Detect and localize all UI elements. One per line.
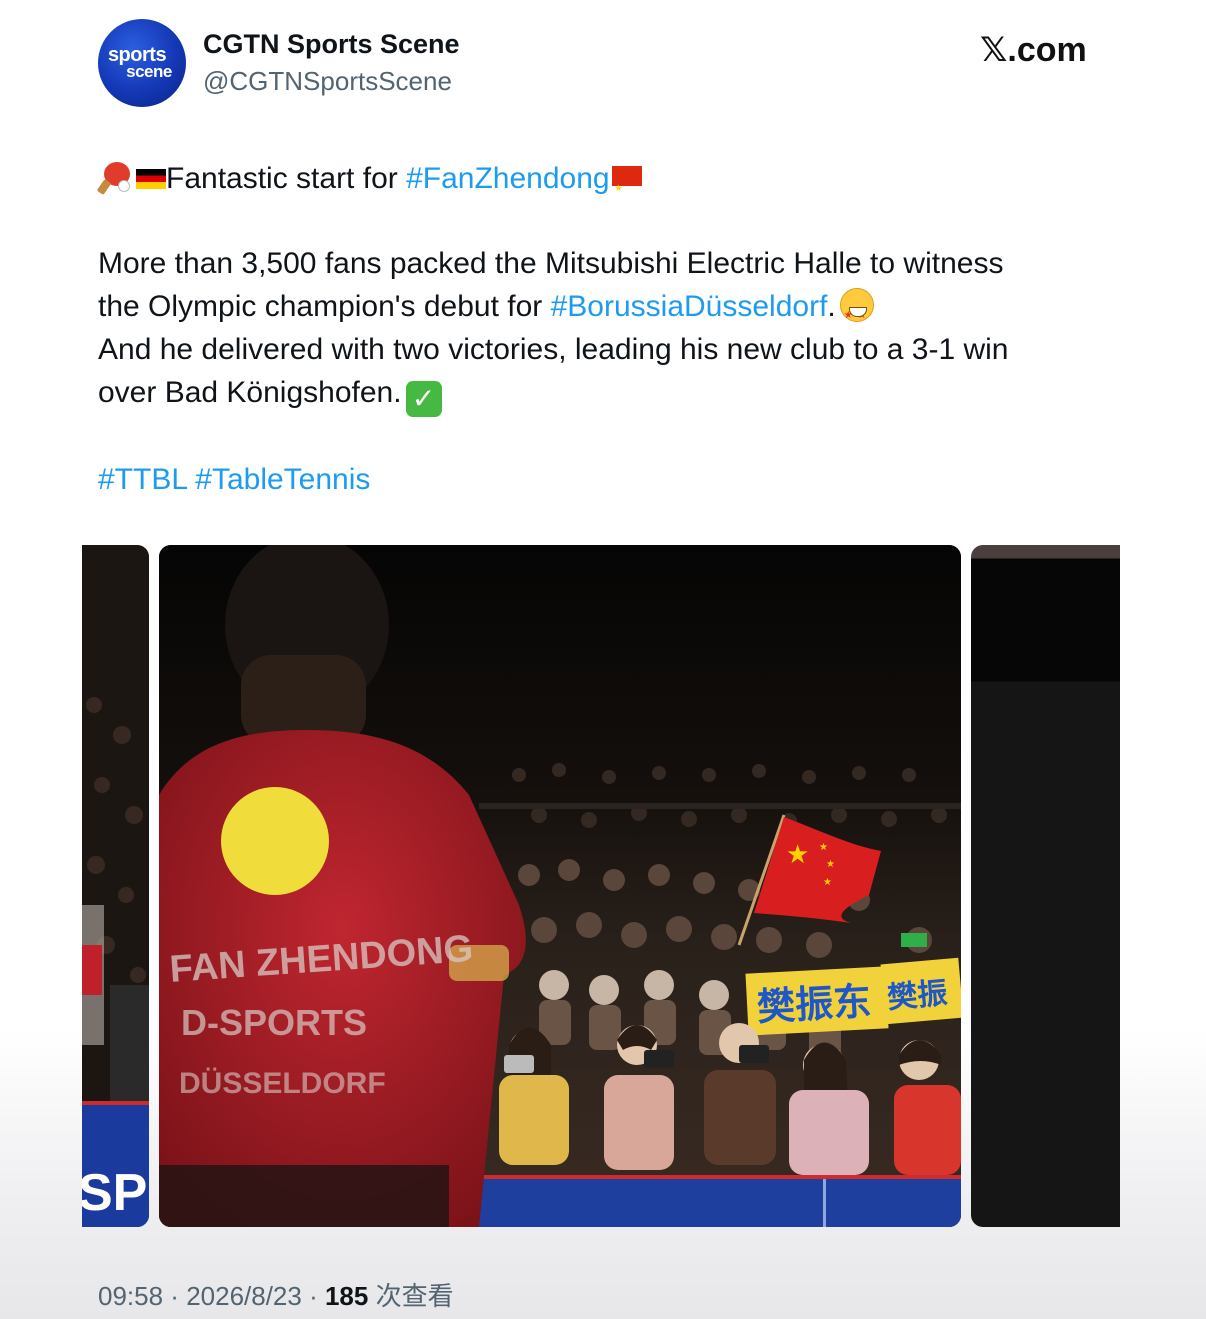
star-struck-emoji-icon xyxy=(839,288,874,337)
post-date[interactable]: 2026/8/23 xyxy=(186,1281,302,1311)
left-board-text: SP xyxy=(82,1164,147,1222)
display-name[interactable]: CGTN Sports Scene xyxy=(203,29,460,60)
meta-separator-2: · xyxy=(301,1281,325,1311)
post-meta: 09:58 · 2026/8/23 · 185 次查看 xyxy=(98,1276,454,1313)
post-time[interactable]: 09:58 xyxy=(98,1281,163,1311)
svg-text:★: ★ xyxy=(823,877,832,888)
carousel-previous-photo[interactable]: SP xyxy=(82,545,149,1227)
site-brand-domain: .com xyxy=(1007,31,1087,69)
post-body-line-2: the Olympic champion's debut for #Boruss… xyxy=(98,285,874,337)
post-body-line-2-text: the Olympic champion's debut for xyxy=(98,290,551,323)
china-flag-icon xyxy=(611,166,642,210)
jersey-club: DÜSSELDORF xyxy=(179,1067,386,1100)
hashtag-tabletennis[interactable]: #TableTennis xyxy=(195,463,370,496)
svg-text:★: ★ xyxy=(786,840,809,870)
view-count: 185 xyxy=(324,1281,369,1311)
post-body-line-3: And he delivered with two victories, lea… xyxy=(98,333,1009,366)
post-intro-text: Fantastic start for xyxy=(166,162,407,195)
hashtag-fanzhendong[interactable]: #FanZhendong xyxy=(406,162,610,195)
banner-text-2: 樊振 xyxy=(886,976,949,1016)
hashtag-borussia[interactable]: #BorussiaDüsseldorf xyxy=(551,290,828,323)
banner-text: 樊振东 xyxy=(756,979,872,1029)
post-body-line-2-end: . xyxy=(827,290,836,323)
post-body-line-4: over Bad Königshofen. ✓ xyxy=(98,371,442,417)
avatar-logo-line2: scene xyxy=(126,62,172,82)
view-count-label: 次查看 xyxy=(368,1281,454,1311)
jersey-sponsor: D-SPORTS xyxy=(181,1002,367,1043)
svg-text:★: ★ xyxy=(819,842,828,853)
post-body-line-1: More than 3,500 fans packed the Mitsubis… xyxy=(98,247,1004,280)
table-tennis-emoji-icon xyxy=(96,162,130,196)
meta-separator: · xyxy=(163,1281,187,1311)
profile-avatar[interactable]: sports scene xyxy=(98,19,186,107)
germany-flag-icon xyxy=(136,169,166,189)
post-photo[interactable]: ★ ★ ★ ★ 樊振东 樊振 FAN ZHENDONG D-SPORTS DÜS… xyxy=(159,545,961,1227)
post-line-1: Fantastic start for #FanZhendong xyxy=(96,157,642,210)
hashtag-ttbl[interactable]: #TTBL xyxy=(98,463,187,496)
carousel-next-photo[interactable] xyxy=(971,545,1120,1227)
post-body-line-4-text: over Bad Königshofen. xyxy=(98,376,402,409)
check-mark-emoji-icon: ✓ xyxy=(405,381,442,417)
x-logo-icon: 𝕏 xyxy=(980,30,1008,70)
site-brand: 𝕏.com xyxy=(980,30,1087,70)
post-hashtags: #TTBL #TableTennis xyxy=(98,458,370,501)
user-handle[interactable]: @CGTNSportsScene xyxy=(203,66,452,97)
svg-text:★: ★ xyxy=(826,859,835,870)
